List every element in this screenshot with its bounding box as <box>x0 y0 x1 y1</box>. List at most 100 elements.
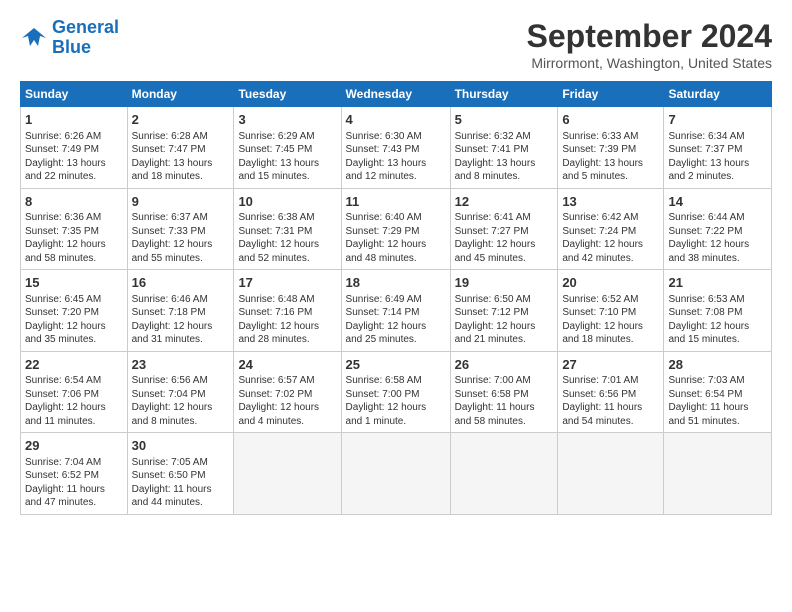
day-info-line: Sunset: 6:50 PM <box>132 469 230 483</box>
day-info-line: Sunset: 7:33 PM <box>132 225 230 239</box>
month-title: September 2024 <box>527 18 772 55</box>
day-info-line: and 38 minutes. <box>668 252 767 266</box>
day-number: 4 <box>346 111 446 129</box>
day-info-line: Sunset: 7:20 PM <box>25 306 123 320</box>
day-info-line: and 4 minutes. <box>238 415 336 429</box>
day-info-line: Sunset: 7:45 PM <box>238 143 336 157</box>
day-info-line: Sunrise: 6:36 AM <box>25 211 123 225</box>
day-number: 8 <box>25 193 123 211</box>
day-info-line: and 5 minutes. <box>562 170 659 184</box>
day-info-line: Sunrise: 6:48 AM <box>238 293 336 307</box>
day-info-line: Sunset: 6:54 PM <box>668 388 767 402</box>
day-info-line: Sunset: 7:31 PM <box>238 225 336 239</box>
logo: General Blue <box>20 18 119 58</box>
calendar-week-5: 29Sunrise: 7:04 AMSunset: 6:52 PMDayligh… <box>21 433 772 515</box>
calendar-week-4: 22Sunrise: 6:54 AMSunset: 7:06 PMDayligh… <box>21 351 772 433</box>
day-number: 27 <box>562 356 659 374</box>
day-info-line: Sunset: 7:02 PM <box>238 388 336 402</box>
day-info-line: Sunrise: 6:58 AM <box>346 374 446 388</box>
day-info-line: Sunrise: 6:30 AM <box>346 130 446 144</box>
day-info-line: and 42 minutes. <box>562 252 659 266</box>
calendar-cell: 26Sunrise: 7:00 AMSunset: 6:58 PMDayligh… <box>450 351 558 433</box>
logo-icon <box>20 24 48 52</box>
day-info-line: Daylight: 12 hours <box>132 320 230 334</box>
calendar-cell: 10Sunrise: 6:38 AMSunset: 7:31 PMDayligh… <box>234 188 341 270</box>
day-number: 26 <box>455 356 554 374</box>
day-info-line: Daylight: 13 hours <box>25 157 123 171</box>
day-number: 12 <box>455 193 554 211</box>
day-info-line: and 45 minutes. <box>455 252 554 266</box>
day-info-line: and 15 minutes. <box>238 170 336 184</box>
day-info-line: Sunrise: 6:46 AM <box>132 293 230 307</box>
day-info-line: and 18 minutes. <box>132 170 230 184</box>
day-info-line: Sunset: 7:18 PM <box>132 306 230 320</box>
day-info-line: and 35 minutes. <box>25 333 123 347</box>
day-info-line: Sunrise: 7:03 AM <box>668 374 767 388</box>
calendar-cell: 18Sunrise: 6:49 AMSunset: 7:14 PMDayligh… <box>341 270 450 352</box>
calendar-header-saturday: Saturday <box>664 82 772 107</box>
calendar-cell: 9Sunrise: 6:37 AMSunset: 7:33 PMDaylight… <box>127 188 234 270</box>
calendar-cell <box>664 433 772 515</box>
day-number: 9 <box>132 193 230 211</box>
calendar-cell <box>341 433 450 515</box>
day-info-line: Daylight: 12 hours <box>455 238 554 252</box>
title-block: September 2024 Mirrormont, Washington, U… <box>527 18 772 71</box>
day-info-line: and 22 minutes. <box>25 170 123 184</box>
calendar-cell: 17Sunrise: 6:48 AMSunset: 7:16 PMDayligh… <box>234 270 341 352</box>
calendar-week-1: 1Sunrise: 6:26 AMSunset: 7:49 PMDaylight… <box>21 107 772 189</box>
day-number: 1 <box>25 111 123 129</box>
day-info-line: Sunrise: 7:00 AM <box>455 374 554 388</box>
day-number: 10 <box>238 193 336 211</box>
calendar-cell: 2Sunrise: 6:28 AMSunset: 7:47 PMDaylight… <box>127 107 234 189</box>
day-number: 13 <box>562 193 659 211</box>
day-info-line: Daylight: 12 hours <box>346 401 446 415</box>
day-info-line: Daylight: 12 hours <box>455 320 554 334</box>
logo-text: General Blue <box>52 18 119 58</box>
day-info-line: Sunrise: 6:45 AM <box>25 293 123 307</box>
calendar-cell: 15Sunrise: 6:45 AMSunset: 7:20 PMDayligh… <box>21 270 128 352</box>
location: Mirrormont, Washington, United States <box>527 55 772 71</box>
day-info-line: Sunrise: 6:53 AM <box>668 293 767 307</box>
day-info-line: and 12 minutes. <box>346 170 446 184</box>
day-info-line: and 58 minutes. <box>455 415 554 429</box>
day-info-line: Sunset: 7:27 PM <box>455 225 554 239</box>
day-info-line: Sunrise: 6:50 AM <box>455 293 554 307</box>
calendar-header-tuesday: Tuesday <box>234 82 341 107</box>
day-info-line: Daylight: 13 hours <box>346 157 446 171</box>
calendar-cell: 21Sunrise: 6:53 AMSunset: 7:08 PMDayligh… <box>664 270 772 352</box>
day-info-line: Sunset: 7:06 PM <box>25 388 123 402</box>
day-info-line: and 8 minutes. <box>455 170 554 184</box>
day-info-line: Sunset: 7:49 PM <box>25 143 123 157</box>
day-info-line: Sunrise: 7:01 AM <box>562 374 659 388</box>
day-info-line: and 28 minutes. <box>238 333 336 347</box>
day-info-line: and 44 minutes. <box>132 496 230 510</box>
day-info-line: and 54 minutes. <box>562 415 659 429</box>
day-number: 28 <box>668 356 767 374</box>
day-info-line: Sunset: 7:29 PM <box>346 225 446 239</box>
day-number: 17 <box>238 274 336 292</box>
day-number: 5 <box>455 111 554 129</box>
calendar-cell: 19Sunrise: 6:50 AMSunset: 7:12 PMDayligh… <box>450 270 558 352</box>
calendar-cell: 20Sunrise: 6:52 AMSunset: 7:10 PMDayligh… <box>558 270 664 352</box>
day-info-line: and 18 minutes. <box>562 333 659 347</box>
day-info-line: Sunset: 7:41 PM <box>455 143 554 157</box>
day-info-line: Daylight: 12 hours <box>238 320 336 334</box>
calendar-table: SundayMondayTuesdayWednesdayThursdayFrid… <box>20 81 772 515</box>
calendar-cell: 4Sunrise: 6:30 AMSunset: 7:43 PMDaylight… <box>341 107 450 189</box>
logo-line1: General <box>52 17 119 37</box>
day-info-line: Daylight: 12 hours <box>25 320 123 334</box>
day-info-line: Daylight: 11 hours <box>562 401 659 415</box>
calendar-cell: 22Sunrise: 6:54 AMSunset: 7:06 PMDayligh… <box>21 351 128 433</box>
day-info-line: and 55 minutes. <box>132 252 230 266</box>
day-number: 7 <box>668 111 767 129</box>
calendar-cell: 28Sunrise: 7:03 AMSunset: 6:54 PMDayligh… <box>664 351 772 433</box>
day-number: 29 <box>25 437 123 455</box>
day-info-line: Sunrise: 6:56 AM <box>132 374 230 388</box>
day-info-line: Sunset: 7:39 PM <box>562 143 659 157</box>
day-info-line: and 31 minutes. <box>132 333 230 347</box>
day-info-line: Daylight: 12 hours <box>238 401 336 415</box>
day-info-line: Daylight: 12 hours <box>562 238 659 252</box>
day-info-line: Daylight: 13 hours <box>238 157 336 171</box>
day-info-line: Daylight: 12 hours <box>346 320 446 334</box>
calendar-cell: 3Sunrise: 6:29 AMSunset: 7:45 PMDaylight… <box>234 107 341 189</box>
